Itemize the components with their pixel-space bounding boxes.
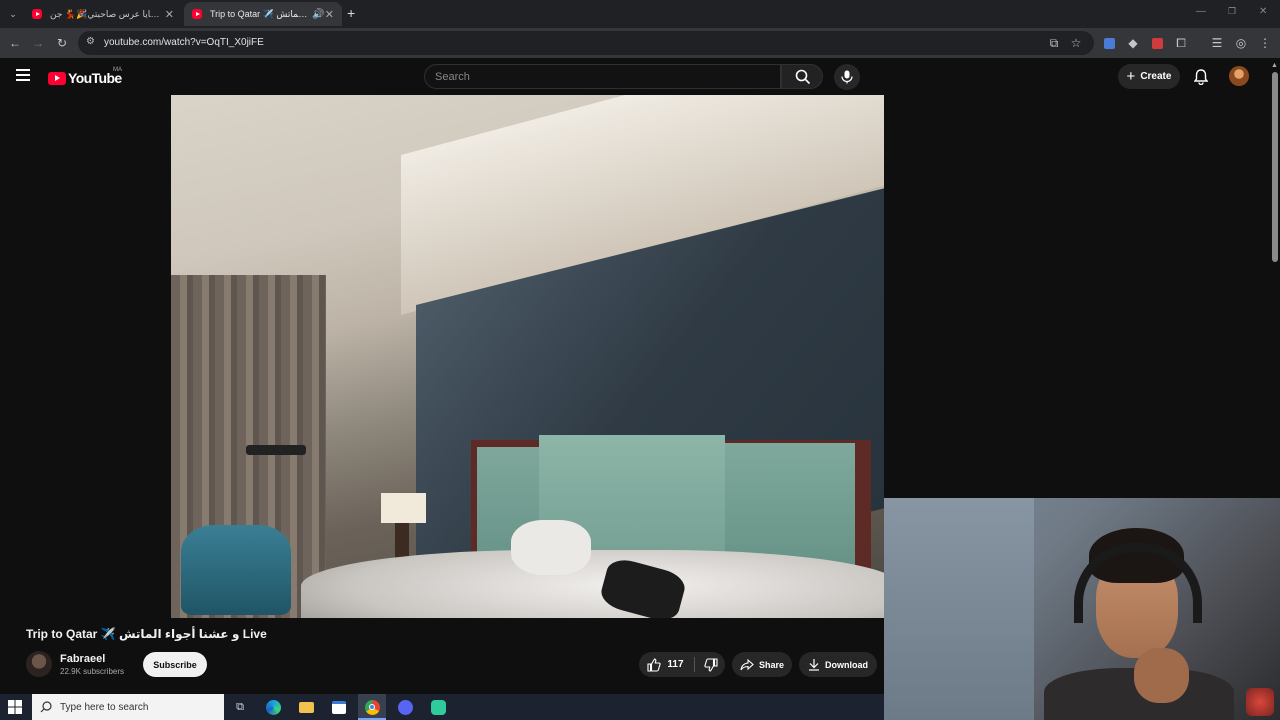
browser-menu-icon[interactable]: ⋮ [1256,34,1274,52]
like-icon [647,657,662,672]
webcam-overlay [884,498,1280,720]
search-icon [40,701,52,713]
download-label: Download [825,659,868,670]
search-icon [795,69,811,85]
page-scrollbar[interactable]: ▲ [1270,62,1280,498]
video-scene-chair [181,525,291,615]
taskbar-search-placeholder: Type here to search [60,701,149,713]
video-player[interactable] [171,95,884,618]
tab-close-icon[interactable]: ✕ [325,8,334,21]
webcam-background-wall [884,498,1034,720]
search-placeholder: Search [435,71,470,83]
browser-toolbar: ← → ↻ ⚙ youtube.com/watch?v=OqTI_X0jiFE … [0,28,1280,58]
windows-taskbar: Type here to search ⧉ [0,694,884,720]
like-dislike-group: 117 [639,652,725,677]
menu-icon[interactable] [16,69,30,81]
forward-icon[interactable]: → [29,34,47,52]
store-icon[interactable] [330,698,348,716]
browser-tab-active[interactable]: Trip to Qatar ✈️ و عشنا أجواء الماتش 🔊 ✕ [184,2,342,26]
youtube-favicon-icon [32,9,42,19]
subscriber-count: 22.9K subscribers [60,667,125,676]
tab-title: Trip to Qatar ✈️ و عشنا أجواء الماتش [210,8,308,19]
browser-tab[interactable]: دوزو معايا عرس صاحبتي🎉💃 جن.. ✕ [24,2,182,26]
window-restore-icon[interactable]: ❐ [1228,6,1236,17]
install-app-icon[interactable]: ⧉ [1045,34,1063,52]
windows-start-icon[interactable] [8,700,22,714]
youtube-header: YouTube MA Search + Create [0,58,1280,95]
new-tab-button[interactable]: + [347,5,355,21]
window-close-icon[interactable]: ✕ [1259,6,1267,17]
share-label: Share [758,659,784,670]
dislike-icon [703,657,718,672]
url-text[interactable]: youtube.com/watch?v=OqTI_X0jiFE [104,37,264,48]
translate-extension-icon[interactable] [1100,34,1118,52]
webcam-hand [1134,648,1189,703]
extensions-puzzle-icon[interactable]: ⧠ [1172,34,1190,52]
webcam-person [1044,528,1234,720]
scroll-up-icon[interactable]: ▲ [1271,62,1278,69]
extension-red-icon[interactable] [1148,34,1166,52]
scrollbar-thumb[interactable] [1272,72,1278,262]
site-info-icon[interactable]: ⚙ [86,36,95,47]
country-code: MA [113,67,122,73]
search-input[interactable]: Search [424,64,781,89]
back-icon[interactable]: ← [6,34,24,52]
task-view-icon[interactable]: ⧉ [231,698,249,716]
share-button[interactable]: Share [732,652,792,677]
tab-search-chevron-icon[interactable]: ⌄ [6,7,20,21]
address-bar[interactable]: ⚙ youtube.com/watch?v=OqTI_X0jiFE [78,31,1094,55]
browser-tab-strip: ⌄ دوزو معايا عرس صاحبتي🎉💃 جن.. ✕ Trip to… [0,0,1280,28]
audio-playing-icon[interactable]: 🔊 [312,9,324,20]
youtube-play-icon [48,71,66,85]
share-icon [740,658,754,670]
window-minimize-icon[interactable]: — [1196,6,1206,17]
like-button[interactable]: 117 [639,652,692,677]
edge-icon[interactable] [264,698,282,716]
create-button[interactable]: + Create [1118,64,1180,89]
profile-icon[interactable]: ◎ [1232,34,1250,52]
create-label: Create [1140,71,1172,82]
bookmark-star-icon[interactable]: ☆ [1067,34,1085,52]
download-icon [809,659,819,671]
tab-title: دوزو معايا عرس صاحبتي🎉💃 جن.. [50,8,160,19]
voice-search-button[interactable] [834,64,860,90]
account-avatar[interactable] [1229,66,1249,86]
webcam-corner-badge [1246,688,1274,716]
taskbar-search-input[interactable]: Type here to search [32,694,224,720]
youtube-favicon-icon [192,9,202,19]
download-button[interactable]: Download [799,652,877,677]
app-icon[interactable] [429,698,447,716]
bell-icon[interactable] [1194,69,1208,85]
search-button[interactable] [781,64,823,89]
chrome-icon[interactable] [363,698,381,716]
like-divider [694,657,695,672]
video-scene-pillow [511,520,591,575]
extension-diamond-icon[interactable]: ◆ [1124,34,1142,52]
subscribe-button[interactable]: Subscribe [143,652,207,677]
reload-icon[interactable]: ↻ [53,34,71,52]
tab-close-icon[interactable]: ✕ [165,8,174,21]
video-scene-lamp [381,493,426,523]
channel-avatar[interactable] [26,651,52,677]
reading-list-icon[interactable]: ☰ [1208,34,1226,52]
discord-icon[interactable] [396,698,414,716]
video-title: Trip to Qatar ✈️ و عشنا أجواء الماتش Liv… [26,627,267,641]
dislike-button[interactable] [696,652,725,677]
video-scene-floor-lamp [246,445,306,455]
like-count: 117 [667,659,684,670]
youtube-logo[interactable]: YouTube MA [48,67,122,86]
channel-name[interactable]: Fabraeel [60,653,105,665]
plus-icon: + [1126,68,1136,85]
folder-icon[interactable] [297,698,315,716]
mic-icon [841,70,853,84]
video-scene-bed [301,550,884,618]
